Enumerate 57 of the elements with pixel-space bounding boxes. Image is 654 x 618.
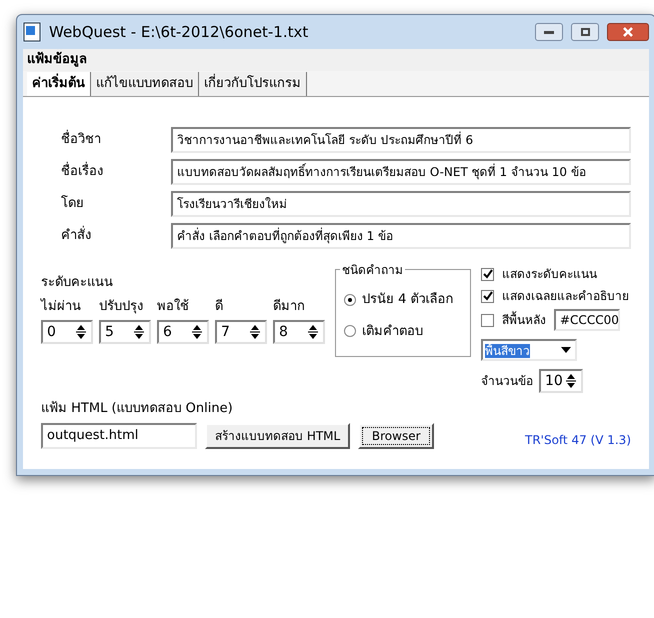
browser-button[interactable]: Browser: [358, 422, 434, 448]
menu-item[interactable]: แฟ้มข้อมูล: [27, 50, 87, 70]
spin-arrows-icon: [249, 323, 261, 341]
close-icon: [623, 27, 633, 37]
window-title: WebQuest - E:\6t-2012\6onet-1.txt: [49, 22, 310, 43]
spin-arrows-icon: [191, 323, 203, 341]
number-spinner[interactable]: 5: [99, 320, 151, 344]
section-label: ระดับคะแนน: [41, 274, 114, 292]
tab[interactable]: แก้ไขแบบทดสอบ: [91, 72, 199, 96]
html-file-label: แฟ้ม HTML (แบบทดสอบ Online): [41, 400, 234, 418]
score-label: ไม่ผ่าน: [41, 297, 82, 316]
field-label: ชื่อเรื่อง: [61, 162, 171, 182]
document-icon: [23, 22, 41, 42]
maximize-button[interactable]: [571, 23, 599, 41]
number-spinner[interactable]: 8: [273, 320, 325, 344]
create-html-button[interactable]: สร้างแบบทดสอบ HTML: [205, 422, 350, 448]
radio-label: ปรนัย 4 ตัวเลือก: [362, 291, 454, 309]
background-dropdown[interactable]: พื้นสีขาว: [481, 339, 577, 361]
filename-field[interactable]: outquest.html: [41, 422, 197, 448]
credit-text: TR'Soft 47 (V 1.3): [524, 432, 631, 448]
checkbox[interactable]: [481, 290, 494, 302]
text-field[interactable]: คำสั่ง เลือกคำตอบที่ถูกต้องที่สุดเพียง 1 ข้อ: [171, 223, 631, 249]
minimize-button[interactable]: [535, 23, 563, 41]
dropdown-arrow-icon: [561, 347, 571, 353]
spin-arrows-icon: [307, 323, 319, 341]
score-label: ดี: [215, 298, 224, 316]
count-label: จำนวนข้อ: [481, 373, 533, 390]
text-field[interactable]: แบบทดสอบวัดผลสัมฤทธิ์ทางการเรียนเตรียมสอบ O-NET ชุดที่ 1 จำนวน 10 ข้อ: [171, 159, 631, 185]
color-field[interactable]: #CCCC00: [554, 309, 620, 331]
checkbox-label: แสดงเฉลยและคำอธิบาย: [502, 288, 629, 305]
field-label: คำสั่ง: [61, 226, 171, 246]
tab[interactable]: เกี่ยวกับโปรแกรม: [199, 72, 307, 96]
radio-label: เติมคำตอบ: [362, 322, 423, 340]
text-field[interactable]: วิชาการงานอาชีพและเทคโนโลยี ระดับ ประถมศึกษาปีที่ 6: [171, 127, 631, 153]
number-spinner[interactable]: 7: [215, 320, 267, 344]
check-icon: [482, 269, 492, 279]
number-spinner[interactable]: 10: [539, 369, 583, 393]
score-label: ปรับปรุง: [99, 298, 144, 316]
radio-button[interactable]: [344, 325, 356, 338]
field-label: ชื่อวิชา: [61, 130, 171, 150]
radio-button[interactable]: [344, 294, 356, 306]
check-icon: [482, 291, 492, 301]
number-spinner[interactable]: 6: [157, 320, 209, 344]
checkbox-label: แสดงระดับคะแนน: [502, 266, 597, 283]
spin-arrows-icon: [565, 372, 577, 390]
text-field[interactable]: โรงเรียนวารีเชียงใหม่: [171, 191, 631, 217]
close-button[interactable]: [607, 23, 649, 41]
number-spinner[interactable]: 0: [41, 320, 93, 344]
spin-arrows-icon: [133, 323, 145, 341]
spin-arrows-icon: [75, 323, 87, 341]
checkbox[interactable]: [481, 268, 494, 280]
checkbox-label: สีพื้นหลัง: [502, 311, 546, 329]
tab[interactable]: ค่าเริ่มต้น: [27, 72, 91, 96]
checkbox[interactable]: [481, 314, 494, 326]
score-label: พอใช้: [157, 298, 190, 316]
score-label: ดีมาก: [273, 298, 306, 316]
field-label: โดย: [61, 194, 85, 214]
